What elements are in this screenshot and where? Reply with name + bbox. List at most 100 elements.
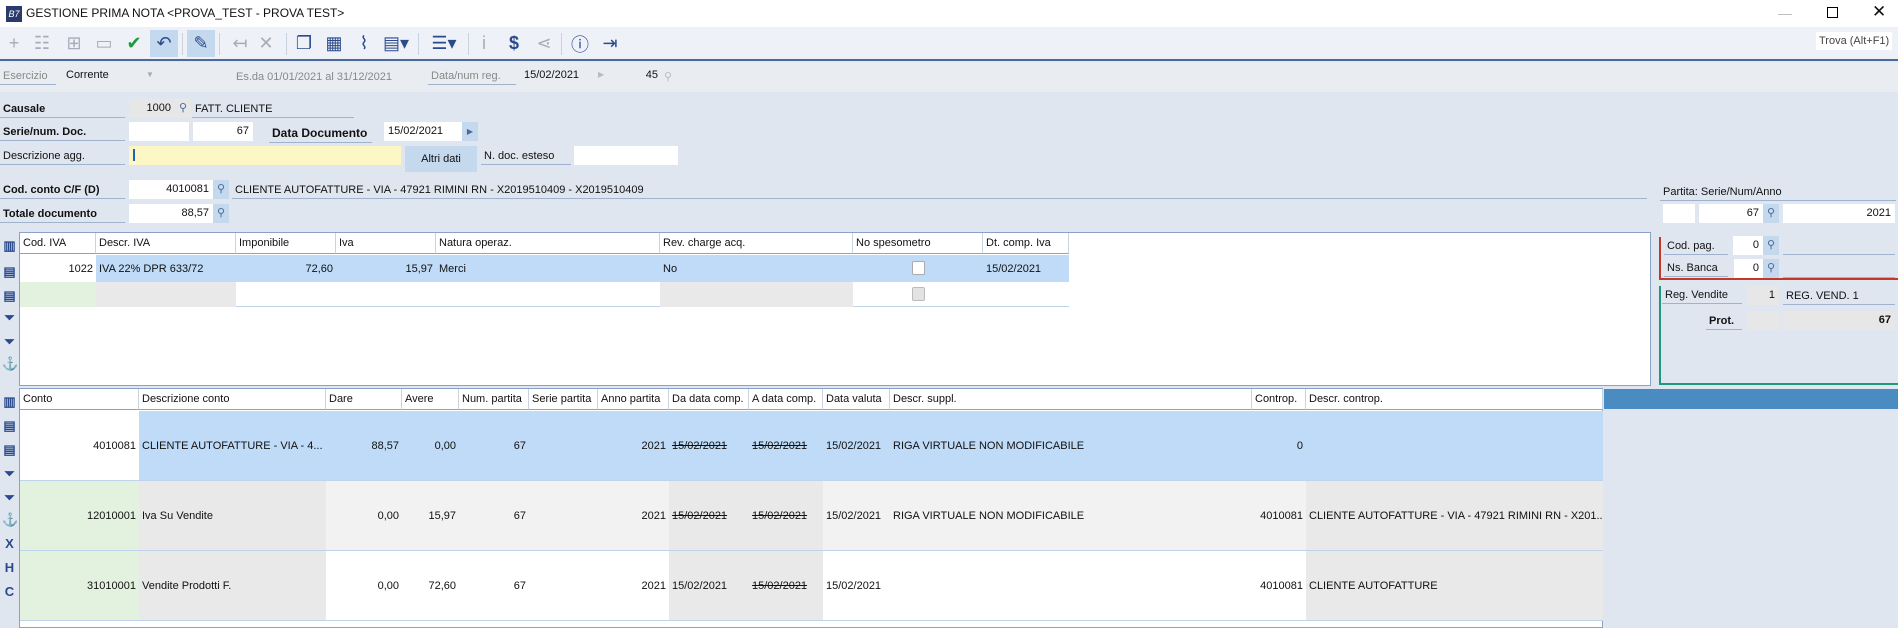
- search-icon[interactable]: ⚲: [1763, 204, 1779, 223]
- chevron-right-icon[interactable]: ▶: [598, 70, 604, 79]
- cell-dcontrop[interactable]: [1306, 411, 1603, 480]
- conto-code-field[interactable]: 4010081: [129, 180, 213, 199]
- cell-dt[interactable]: 15/02/2021: [983, 255, 1069, 282]
- cell-dare[interactable]: 0,00: [326, 481, 402, 550]
- cell-a[interactable]: 15/02/2021: [749, 551, 823, 620]
- no-spesometro-checkbox[interactable]: [912, 287, 925, 301]
- cell-avere[interactable]: 0,00: [402, 411, 459, 480]
- col-header[interactable]: Descrizione conto: [139, 389, 326, 410]
- find-button[interactable]: Trova (Alt+F1): [1816, 32, 1893, 50]
- share-icon[interactable]: ⋖: [530, 30, 558, 57]
- data-reg-field[interactable]: 15/02/2021: [520, 66, 600, 85]
- col-header[interactable]: Num. partita: [459, 389, 529, 410]
- calendar-search-icon[interactable]: ▦: [320, 30, 348, 57]
- cell-num[interactable]: 67: [459, 551, 529, 620]
- table-row[interactable]: 4010081 CLIENTE AUTOFATTURE - VIA - 4... 8…: [20, 411, 1603, 481]
- export-c-icon[interactable]: C: [2, 584, 17, 599]
- reg-num-field[interactable]: 1: [1747, 286, 1779, 305]
- prot-field[interactable]: 67: [1783, 311, 1895, 330]
- table-row[interactable]: 1022 IVA 22% DPR 633/72 72,60 15,97 Merc…: [20, 255, 1069, 282]
- data-doc-field[interactable]: 15/02/2021: [384, 122, 464, 141]
- columns-icon[interactable]: ▥: [2, 394, 17, 410]
- cell-num[interactable]: 67: [459, 481, 529, 550]
- cell-a[interactable]: 15/02/2021: [749, 411, 823, 480]
- col-header[interactable]: A data comp.: [749, 389, 823, 410]
- cell-controp[interactable]: 4010081: [1252, 551, 1306, 620]
- partita-anno-field[interactable]: 2021: [1783, 204, 1895, 223]
- search-icon[interactable]: ⚲: [1763, 236, 1779, 255]
- list-icon[interactable]: ▤: [2, 264, 17, 280]
- cell-cod[interactable]: 1022: [20, 255, 96, 282]
- cell-conto[interactable]: 12010001: [20, 481, 139, 550]
- edit-pencil-icon[interactable]: ✎: [187, 30, 215, 57]
- anchor-icon[interactable]: ⚓: [2, 356, 18, 372]
- cell-descr[interactable]: CLIENTE AUTOFATTURE - VIA - 4...: [139, 411, 326, 480]
- open-folder-icon[interactable]: ▭: [90, 30, 118, 57]
- col-header[interactable]: Da data comp.: [669, 389, 749, 410]
- filter-icon[interactable]: ⏷: [2, 334, 17, 350]
- cell-natura[interactable]: Merci: [436, 255, 660, 282]
- col-header[interactable]: Controp.: [1252, 389, 1306, 410]
- cell-da[interactable]: 15/02/2021: [669, 551, 749, 620]
- copy-icon[interactable]: ❐: [290, 30, 318, 57]
- cell-iva[interactable]: 15,97: [336, 255, 436, 282]
- cell-serie[interactable]: [529, 551, 598, 620]
- col-header[interactable]: Natura operaz.: [436, 233, 660, 254]
- cell-anno[interactable]: 2021: [598, 411, 669, 480]
- undo-icon[interactable]: ↶: [150, 30, 178, 57]
- cell-suppl[interactable]: RIGA VIRTUALE NON MODIFICABILE: [890, 481, 1252, 550]
- altri-dati-button[interactable]: Altri dati: [405, 146, 477, 172]
- cell-controp[interactable]: 0: [1252, 411, 1306, 480]
- ndoc-field[interactable]: [574, 146, 678, 165]
- maximize-button[interactable]: [1827, 7, 1838, 18]
- list-icon[interactable]: ▤: [2, 288, 17, 304]
- chevron-down-icon[interactable]: ▼: [146, 70, 154, 79]
- info-icon[interactable]: i: [470, 30, 498, 57]
- cell-conto[interactable]: 31010001: [20, 551, 139, 620]
- num-doc-field[interactable]: 67: [193, 122, 253, 141]
- cell-valuta[interactable]: 15/02/2021: [823, 411, 890, 480]
- export-x-icon[interactable]: X: [2, 536, 17, 551]
- partita-num-field[interactable]: 67: [1699, 204, 1763, 223]
- cell-suppl[interactable]: [890, 551, 1252, 620]
- close-button[interactable]: ✕: [1872, 2, 1886, 22]
- causale-code-field[interactable]: 1000: [129, 99, 175, 118]
- col-header[interactable]: Serie partita: [529, 389, 598, 410]
- col-header[interactable]: No spesometro: [853, 233, 983, 254]
- table-row-new[interactable]: [20, 282, 1069, 307]
- col-header[interactable]: Avere: [402, 389, 459, 410]
- cell-a[interactable]: 15/02/2021: [749, 481, 823, 550]
- revert-icon[interactable]: ↤: [226, 30, 254, 57]
- cell-conto[interactable]: 4010081: [20, 411, 139, 480]
- col-header[interactable]: Imponibile: [236, 233, 336, 254]
- serie-field[interactable]: [129, 122, 189, 141]
- col-header[interactable]: Descr. suppl.: [890, 389, 1252, 410]
- add-icon[interactable]: +: [0, 30, 28, 57]
- cell-dare[interactable]: 0,00: [326, 551, 402, 620]
- col-header[interactable]: Descr. IVA: [96, 233, 236, 254]
- cell-da[interactable]: 15/02/2021: [669, 481, 749, 550]
- num-reg-field[interactable]: 45: [612, 66, 662, 85]
- list-icon[interactable]: ▤: [2, 418, 17, 434]
- anchor-icon[interactable]: ⚓: [2, 512, 18, 528]
- search-icon[interactable]: ⚲: [213, 204, 229, 223]
- esercizio-select[interactable]: Corrente: [62, 66, 152, 85]
- partita-serie-field[interactable]: [1663, 204, 1695, 223]
- search-icon[interactable]: ⚲: [1763, 259, 1779, 278]
- col-header[interactable]: Dare: [326, 389, 402, 410]
- cell-rev[interactable]: No: [660, 255, 853, 282]
- attachment-icon[interactable]: ⌇: [350, 30, 378, 57]
- filter-icon[interactable]: ⏷: [2, 490, 17, 506]
- cell-dcontrop[interactable]: CLIENTE AUTOFATTURE: [1306, 551, 1603, 620]
- col-header[interactable]: Conto: [20, 389, 139, 410]
- totale-field[interactable]: 88,57: [129, 204, 213, 223]
- document-menu-icon[interactable]: ▤▾: [382, 30, 410, 57]
- chevron-right-icon[interactable]: ▶: [462, 122, 478, 141]
- export-h-icon[interactable]: H: [2, 560, 17, 575]
- columns-icon[interactable]: ▥: [2, 238, 17, 254]
- exit-icon[interactable]: ⇥: [596, 30, 624, 57]
- list-icon[interactable]: ▤: [2, 442, 17, 458]
- menu-icon[interactable]: ☰▾: [426, 30, 462, 57]
- cell-avere[interactable]: 72,60: [402, 551, 459, 620]
- ns-banca-field[interactable]: 0: [1734, 259, 1763, 278]
